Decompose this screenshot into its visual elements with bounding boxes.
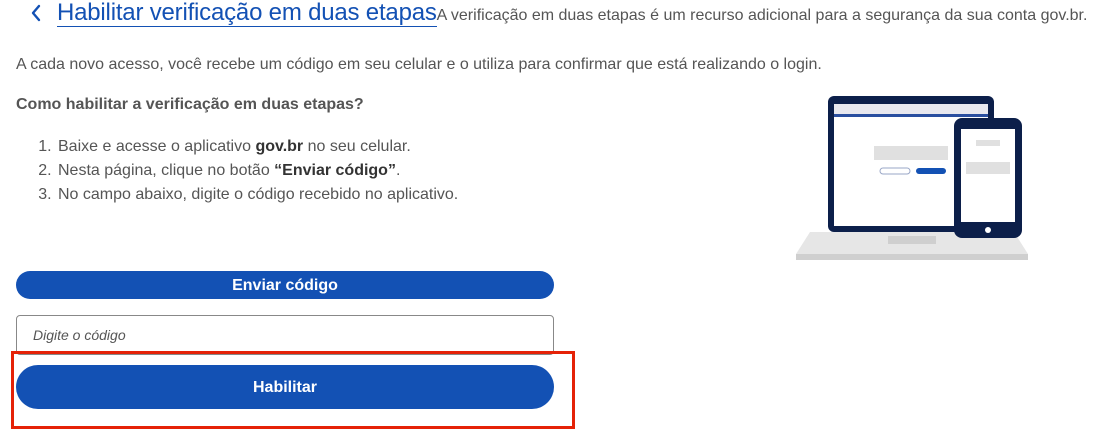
back-button[interactable] bbox=[24, 0, 48, 26]
steps-list: Baixe e acesse o aplicativo gov.br no se… bbox=[16, 135, 458, 207]
step-item: Baixe e acesse o aplicativo gov.br no se… bbox=[56, 135, 458, 159]
page-title: Habilitar verificação em duas etapas bbox=[57, 0, 437, 27]
header: Habilitar verificação em duas etapasA ve… bbox=[57, 0, 1089, 29]
enable-button[interactable]: Habilitar bbox=[16, 365, 554, 409]
send-code-button[interactable]: Enviar código bbox=[16, 271, 554, 299]
step-item: No campo abaixo, digite o código recebid… bbox=[56, 183, 458, 207]
howto-title: Como habilitar a verificação em duas eta… bbox=[16, 96, 364, 113]
chevron-left-icon bbox=[31, 4, 41, 22]
step-item: Nesta página, clique no botão “Enviar có… bbox=[56, 159, 458, 183]
laptop-phone-illustration bbox=[796, 94, 1028, 269]
code-input[interactable] bbox=[16, 315, 554, 355]
intro-description: A verificação em duas etapas é um recurs… bbox=[436, 7, 1088, 24]
intro-description-2: A cada novo acesso, você recebe um códig… bbox=[16, 56, 822, 73]
